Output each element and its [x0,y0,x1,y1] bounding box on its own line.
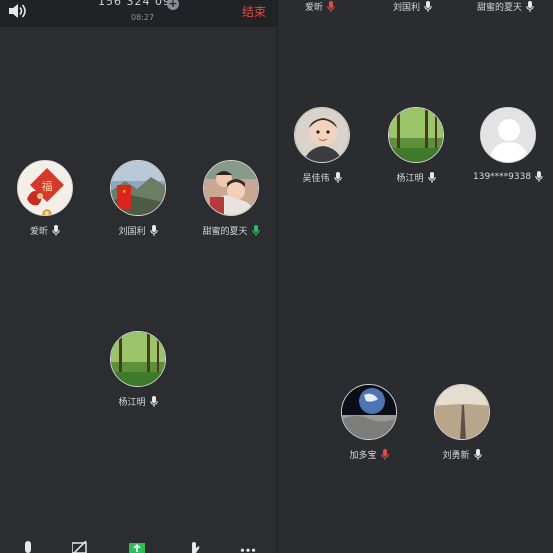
participant-name-row: 刘国利 [103,224,173,237]
mic-active-icon [252,225,260,236]
mic-icon[interactable] [20,541,36,553]
svg-text:福: 福 [42,179,53,193]
mic-icon [334,172,342,183]
svg-text:★: ★ [122,189,127,195]
participant-name-row: 杨江明 [381,171,451,184]
participant-name: 加多宝 [349,451,377,461]
participant-name: 139****9338 [473,171,532,182]
default-avatar [480,107,536,163]
participant-name: 杨江明 [118,398,146,408]
avatar [388,107,444,163]
participant-name: 刘国利 [118,227,146,237]
end-call-button[interactable]: 结束 [242,3,266,20]
mic-icon [52,225,60,236]
left-call-screen: 156 324 091 + 08:27 结束 福 ★ 爱昕 ★ 刘国利 甜蜜的夏… [0,0,278,553]
participant-tile[interactable]: 吴佳伟 [287,107,357,184]
participant-name: 杨江明 [396,174,424,184]
participant-name-row: 刘国利 [393,0,432,13]
participant-tile[interactable]: 杨江明 [381,107,451,184]
participant-tile[interactable]: 福 ★ 爱昕 [10,160,80,237]
participant-name-row: 甜蜜的夏天 [477,0,534,13]
avatar: ★ [110,160,166,216]
participant-tile[interactable]: 加多宝 [334,384,404,461]
camera-off-icon[interactable] [72,541,88,553]
participant-name: 甜蜜的夏天 [202,227,248,237]
participant-tile[interactable]: ★ 刘国利 [103,160,173,237]
avatar [294,107,350,163]
avatar [341,384,397,440]
call-duration: 08:27 [131,13,155,22]
hand-raise-icon[interactable] [187,541,203,553]
participant-tile[interactable]: 杨江明 [103,331,173,408]
host-badge-icon: ★ [41,208,53,215]
mic-icon [150,225,158,236]
participant-name: 爱昕 [305,3,324,13]
right-call-screen: 爱昕 刘国利 甜蜜的夏天 吴佳伟 杨江明 139****9338 加多宝 刘勇新 [278,0,553,553]
participant-name-row: 爱昕 [305,0,335,13]
mic-muted-icon [327,1,335,12]
participant-name-row: 139****9338 [473,171,543,182]
avatar [434,384,490,440]
avatar: 福 ★ [17,160,73,216]
participant-name-row: 吴佳伟 [287,171,357,184]
participant-name: 刘国利 [393,3,421,13]
participant-name-row: 加多宝 [334,448,404,461]
call-header: 156 324 091 + 08:27 结束 [0,0,278,27]
participant-name: 刘勇新 [442,451,470,461]
more-icon[interactable] [240,541,256,553]
mic-icon [428,172,436,183]
mic-icon [424,1,432,12]
participant-tile[interactable]: 甜蜜的夏天 [196,160,266,237]
participant-name: 甜蜜的夏天 [477,3,523,13]
mic-icon [535,171,543,182]
add-participant-button[interactable]: + [167,0,179,10]
speaker-icon[interactable] [7,3,27,19]
participant-name-row: 甜蜜的夏天 [196,224,266,237]
participant-name-row: 刘勇新 [427,448,497,461]
participant-name: 吴佳伟 [302,174,330,184]
participant-name: 爱昕 [29,227,48,237]
mic-icon [150,396,158,407]
participant-tile[interactable]: 139****9338 [473,107,543,182]
mic-icon [526,1,534,12]
participant-tile[interactable]: 刘勇新 [427,384,497,461]
participant-name-row: 爱昕 [10,224,80,237]
avatar [110,331,166,387]
participant-name-row: 杨江明 [103,395,173,408]
mic-muted-icon [381,449,389,460]
avatar [203,160,259,216]
share-icon[interactable] [129,541,145,553]
mic-icon [474,449,482,460]
